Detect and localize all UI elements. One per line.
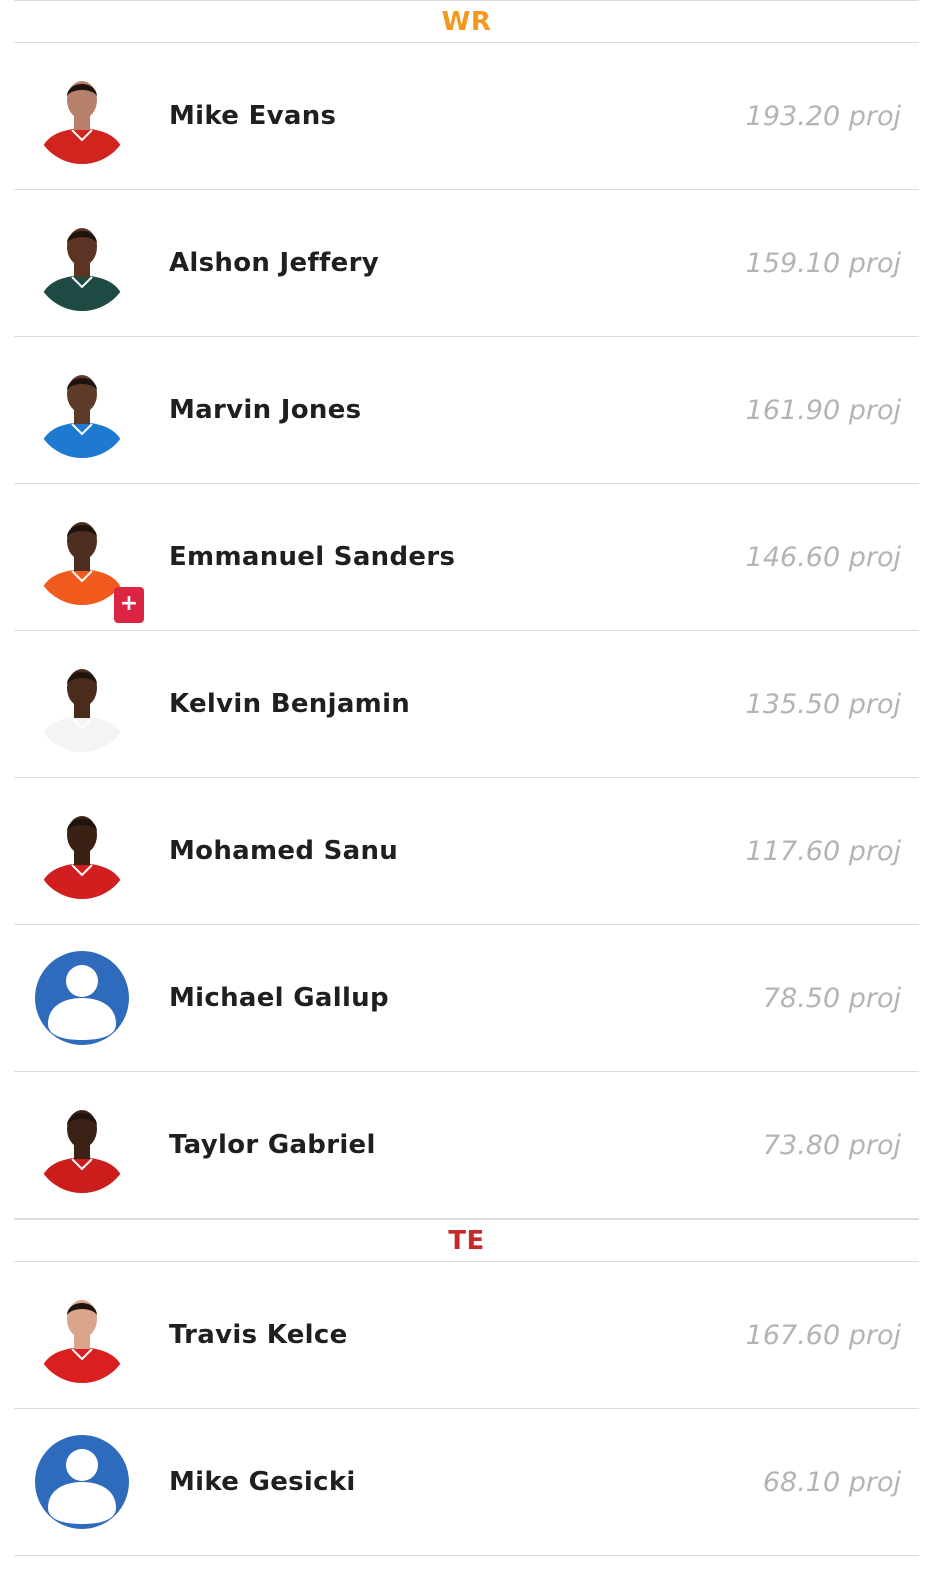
avatar [34, 1434, 130, 1530]
player-photo [34, 68, 130, 164]
player-photo [34, 362, 130, 458]
player-name[interactable]: Marvin Jones [169, 395, 361, 425]
avatar [34, 656, 130, 752]
player-name[interactable]: Michael Gallup [169, 983, 389, 1013]
section-header-te: TE [14, 1219, 919, 1262]
player-name[interactable]: Mike Evans [169, 101, 336, 131]
player-row[interactable]: Michael Gallup 78.50 proj [14, 925, 919, 1072]
projection-value: 117.60 proj [745, 835, 901, 867]
player-row[interactable]: + Emmanuel Sanders 146.60 proj [14, 484, 919, 631]
projection-value: 159.10 proj [745, 247, 901, 279]
projection-value: 68.10 proj [762, 1466, 901, 1498]
player-name[interactable]: Mike Gesicki [169, 1467, 356, 1497]
projection-value: 135.50 proj [745, 688, 901, 720]
player-name[interactable]: Alshon Jeffery [169, 248, 379, 278]
player-row[interactable]: Alshon Jeffery 159.10 proj [14, 190, 919, 337]
player-photo [34, 803, 130, 899]
player-photo [34, 215, 130, 311]
avatar [34, 215, 130, 311]
projection-value: 78.50 proj [762, 982, 901, 1014]
player-row[interactable]: Mike Gesicki 68.10 proj [14, 1409, 919, 1556]
player-photo [34, 1287, 130, 1383]
player-name[interactable]: Emmanuel Sanders [169, 542, 455, 572]
avatar [34, 803, 130, 899]
projection-value: 73.80 proj [762, 1129, 901, 1161]
default-avatar-icon [35, 951, 129, 1045]
avatar [34, 362, 130, 458]
player-photo [34, 1097, 130, 1193]
avatar [34, 950, 130, 1046]
default-avatar-icon [35, 1435, 129, 1529]
player-row[interactable]: Mike Evans 193.20 proj [14, 43, 919, 190]
projection-value: 193.20 proj [745, 100, 901, 132]
player-name[interactable]: Travis Kelce [169, 1320, 348, 1350]
avatar [34, 1287, 130, 1383]
player-name[interactable]: Taylor Gabriel [169, 1130, 376, 1160]
player-row[interactable]: Marvin Jones 161.90 proj [14, 337, 919, 484]
player-name[interactable]: Kelvin Benjamin [169, 689, 410, 719]
add-player-button[interactable]: + [114, 587, 144, 623]
player-row[interactable]: Mohamed Sanu 117.60 proj [14, 778, 919, 925]
player-row[interactable]: Kelvin Benjamin 135.50 proj [14, 631, 919, 778]
player-row[interactable]: Travis Kelce 167.60 proj [14, 1262, 919, 1409]
player-photo [34, 656, 130, 752]
projection-value: 161.90 proj [745, 394, 901, 426]
avatar [34, 68, 130, 164]
projection-value: 146.60 proj [745, 541, 901, 573]
player-name[interactable]: Mohamed Sanu [169, 836, 398, 866]
avatar [34, 1097, 130, 1193]
projection-value: 167.60 proj [745, 1319, 901, 1351]
avatar: + [34, 509, 144, 623]
player-list: WR Mike Evans 193.20 proj Alshon Jeffery 159… [14, 0, 919, 1556]
section-header-wr: WR [14, 0, 919, 43]
player-row[interactable]: Taylor Gabriel 73.80 proj [14, 1072, 919, 1219]
